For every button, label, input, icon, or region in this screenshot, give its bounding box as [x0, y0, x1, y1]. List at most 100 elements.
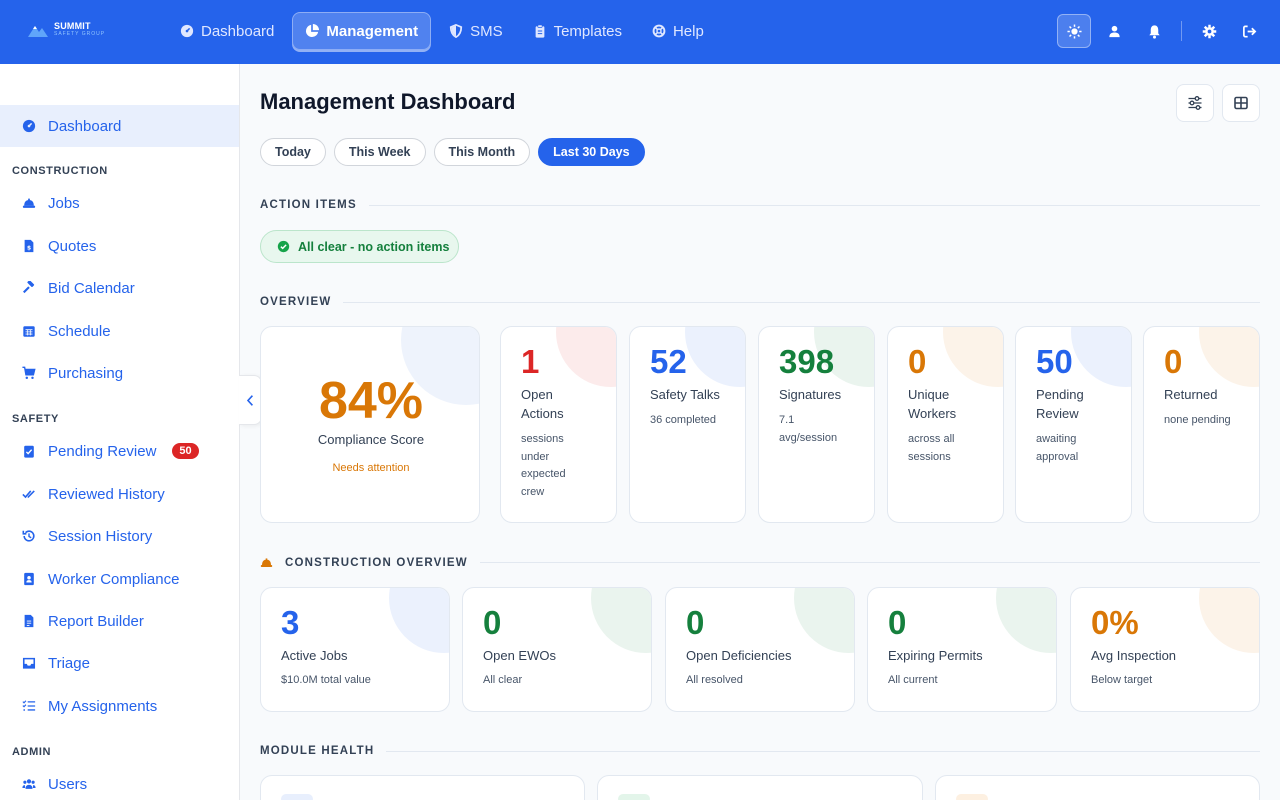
stat-value: 0 [908, 343, 927, 380]
sidebar-item-bid-calendar[interactable]: Bid Calendar [0, 267, 239, 309]
overview-stat-card[interactable]: 1 Open Actions sessions under expected crew [500, 326, 617, 523]
brand-logo[interactable]: SUMMIT SAFETY GROUP [28, 22, 105, 38]
nav-management[interactable]: Management [292, 12, 432, 50]
filter-this-month[interactable]: This Month [433, 138, 531, 166]
pending-count-badge: 50 [172, 443, 199, 459]
sidebar-item-label: Users [48, 775, 88, 793]
stat-subtext: sessions under expected crew [521, 431, 611, 501]
sidebar-item-label: Bid Calendar [48, 279, 135, 297]
nav-help-label: Help [672, 22, 704, 40]
sidebar-section-safety: SAFETY [12, 413, 59, 425]
sidebar-item-pending-review[interactable]: Pending Review 50 [0, 430, 239, 472]
stat-value: 0 [1164, 343, 1183, 380]
filter-today[interactable]: Today [260, 138, 326, 166]
filter-last-30-days[interactable]: Last 30 Days [538, 138, 645, 166]
stat-value: 3 [281, 604, 300, 641]
settings-button[interactable] [1192, 14, 1226, 48]
module-health-card[interactable] [935, 775, 1260, 800]
stat-subtext: All clear [483, 674, 523, 686]
section-action-items: ACTION ITEMS [260, 199, 1260, 211]
construction-stat-card[interactable]: 0 Open Deficiencies All resolved [665, 587, 855, 712]
module-health-card[interactable] [260, 775, 585, 800]
sidebar-item-jobs[interactable]: Jobs [0, 182, 239, 224]
sidebar-section-admin: ADMIN [12, 746, 52, 758]
stat-subtext: across all sessions [908, 431, 998, 466]
sidebar-item-dashboard[interactable]: Dashboard [0, 105, 239, 147]
sidebar-item-report-builder[interactable]: Report Builder [0, 600, 239, 642]
nav-templates[interactable]: Templates [521, 12, 634, 50]
user-icon [1108, 25, 1120, 37]
brand-tagline: SAFETY GROUP [54, 31, 106, 37]
card-decoration [996, 588, 1056, 653]
sidebar-item-quotes[interactable]: $ Quotes [0, 225, 239, 267]
card-decoration [1199, 588, 1259, 653]
construction-stat-card[interactable]: 0 Open EWOs All clear [462, 587, 652, 712]
main-nav: Dashboard Management SMS Templates Help [168, 12, 716, 50]
sidebar-item-worker-compliance[interactable]: Worker Compliance [0, 558, 239, 600]
construction-stat-card[interactable]: 3 Active Jobs $10.0M total value [260, 587, 450, 712]
sidebar-item-users[interactable]: Users [0, 763, 239, 800]
card-decoration [943, 327, 1003, 387]
filter-this-week[interactable]: This Week [333, 138, 426, 166]
card-decoration [591, 588, 651, 653]
customize-filters-button[interactable] [1176, 84, 1214, 122]
stat-value: 52 [650, 343, 687, 380]
module-icon-placeholder [281, 794, 313, 800]
sidebar-item-session-history[interactable]: Session History [0, 515, 239, 557]
sidebar-item-schedule[interactable]: Schedule [0, 310, 239, 352]
overview-stat-card[interactable]: 398 Signatures 7.1 avg/session [758, 326, 875, 523]
sidebar-item-label: Triage [48, 654, 90, 672]
compliance-score-label: Compliance Score [317, 432, 425, 447]
file-icon [24, 614, 34, 628]
stat-subtext-line: under [521, 450, 550, 463]
stat-subtext-line: across all [908, 433, 955, 445]
grid-icon [1234, 96, 1248, 110]
notifications-button[interactable] [1137, 14, 1171, 48]
stat-label: Signatures [779, 385, 869, 404]
nav-help[interactable]: Help [640, 12, 716, 50]
sidebar-item-label: Session History [48, 527, 153, 545]
section-divider [343, 301, 1260, 303]
sidebar-item-triage[interactable]: Triage [0, 642, 239, 684]
theme-toggle-button[interactable] [1057, 14, 1091, 48]
sidebar-item-purchasing[interactable]: Purchasing [0, 352, 239, 394]
overview-stat-card[interactable]: 52 Safety Talks 36 completed [629, 326, 746, 523]
stat-subtext: $10.0M total value [281, 674, 371, 686]
stat-label-line: Unique [908, 387, 950, 402]
profile-button[interactable] [1097, 14, 1131, 48]
stat-label-line: Review [1036, 406, 1079, 421]
overview-stat-card[interactable]: 0 Unique Workers across all sessions [887, 326, 1004, 523]
stat-subtext-line: 36 completed [650, 414, 717, 426]
stat-label: Safety Talks [650, 385, 740, 404]
stat-label: Open Actions [521, 385, 611, 423]
nav-templates-label: Templates [553, 22, 622, 40]
sidebar-item-reviewed-history[interactable]: Reviewed History [0, 473, 239, 515]
stat-subtext-line: sessions [908, 450, 951, 463]
overview-stat-card[interactable]: 50 Pending Review awaiting approval [1015, 326, 1132, 523]
section-overview: OVERVIEW [260, 296, 1260, 308]
compliance-score-value: 84% [318, 372, 424, 430]
stat-label: Open Deficiencies [686, 648, 792, 663]
module-health-card[interactable] [597, 775, 923, 800]
stat-subtext-line: none pending [1164, 414, 1231, 426]
section-title: MODULE HEALTH [260, 745, 375, 757]
sidebar-item-my-assignments[interactable]: My Assignments [0, 685, 239, 727]
stat-subtext: awaiting approval [1036, 431, 1126, 466]
compliance-score-card[interactable]: 84% Compliance Score Needs attention [260, 326, 480, 523]
stat-value: 0 [483, 604, 502, 641]
logout-button[interactable] [1232, 14, 1266, 48]
cart-icon [22, 366, 36, 380]
hard-hat-icon [22, 198, 36, 208]
layout-grid-button[interactable] [1222, 84, 1260, 122]
construction-stat-card[interactable]: 0 Expiring Permits All current [867, 587, 1057, 712]
sidebar-collapse-button[interactable] [239, 375, 262, 425]
stat-subtext-line: avg/session [779, 431, 838, 444]
hard-hat-icon [260, 558, 273, 567]
stat-label: Open EWOs [483, 648, 556, 663]
sidebar-item-label: Quotes [48, 237, 97, 255]
nav-sms[interactable]: SMS [437, 12, 515, 50]
stat-value: 398 [779, 343, 835, 380]
nav-dashboard[interactable]: Dashboard [168, 12, 286, 50]
overview-stat-card[interactable]: 0 Returned none pending [1143, 326, 1260, 523]
construction-stat-card[interactable]: 0% Avg Inspection Below target [1070, 587, 1260, 712]
